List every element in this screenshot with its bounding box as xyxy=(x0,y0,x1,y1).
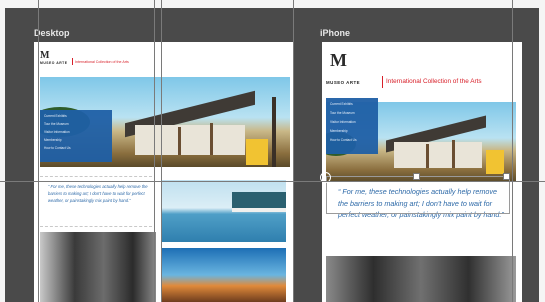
window-top-edge xyxy=(0,0,545,8)
gallery-photo-interior xyxy=(40,232,156,302)
museum-logo-mark: M xyxy=(330,50,347,70)
desktop-artboard[interactable]: M MUSEO ARTE International Collection of… xyxy=(34,42,294,302)
gallery-photo-pier xyxy=(162,180,286,242)
iphone-artboard-label[interactable]: iPhone xyxy=(320,28,350,38)
resize-handle-top[interactable] xyxy=(413,173,420,180)
vertical-guide[interactable] xyxy=(161,0,162,302)
gallery-photo-landscape xyxy=(162,248,286,302)
desktop-artboard-label[interactable]: Desktop xyxy=(34,28,70,38)
museum-logo-mark: M xyxy=(40,50,50,61)
window-left-edge xyxy=(0,0,5,302)
nav-item-tour[interactable]: Tour the Museum xyxy=(44,122,69,126)
desktop-quote: “ For me, these technologies actually he… xyxy=(48,184,148,203)
museum-logo-text: MUSEO ARTE xyxy=(40,61,68,65)
vertical-guide[interactable] xyxy=(38,0,39,302)
nav-item-visitor-info[interactable]: Visitor Information xyxy=(330,120,356,124)
nav-item-current-exhibits[interactable]: Current Exhibits xyxy=(44,114,67,118)
vertical-guide[interactable] xyxy=(512,0,513,302)
gallery-photo-interior xyxy=(326,256,516,302)
vertical-guide[interactable] xyxy=(293,0,294,302)
header-divider xyxy=(72,58,73,65)
quote-divider-top xyxy=(40,176,152,177)
vertical-guide[interactable] xyxy=(154,0,155,302)
museum-logo-text: MUSEO ARTE xyxy=(326,80,361,85)
nav-item-contact[interactable]: How to Contact Us xyxy=(44,146,71,150)
nav-item-tour[interactable]: Tour the Museum xyxy=(330,111,355,115)
window-right-edge xyxy=(539,0,545,302)
nav-item-membership[interactable]: Membership xyxy=(330,129,348,133)
header-tagline: International Collection of the Arts xyxy=(75,60,129,64)
nav-menu-panel xyxy=(326,98,378,154)
header-divider xyxy=(382,76,383,88)
horizontal-guide[interactable] xyxy=(0,181,545,182)
header-tagline: International Collection of the Arts xyxy=(386,78,482,85)
nav-item-current-exhibits[interactable]: Current Exhibits xyxy=(330,102,353,106)
design-canvas[interactable]: Desktop iPhone M MUSEO ARTE Internationa… xyxy=(0,0,545,302)
nav-item-contact[interactable]: How to Contact Us xyxy=(330,138,357,142)
iphone-artboard[interactable]: M MUSEO ARTE International Collection of… xyxy=(322,42,522,302)
nav-item-visitor-info[interactable]: Visitor Information xyxy=(44,130,70,134)
quote-divider-bottom xyxy=(40,226,152,227)
nav-item-membership[interactable]: Membership xyxy=(44,138,62,142)
resize-handle-top-right[interactable] xyxy=(503,173,510,180)
